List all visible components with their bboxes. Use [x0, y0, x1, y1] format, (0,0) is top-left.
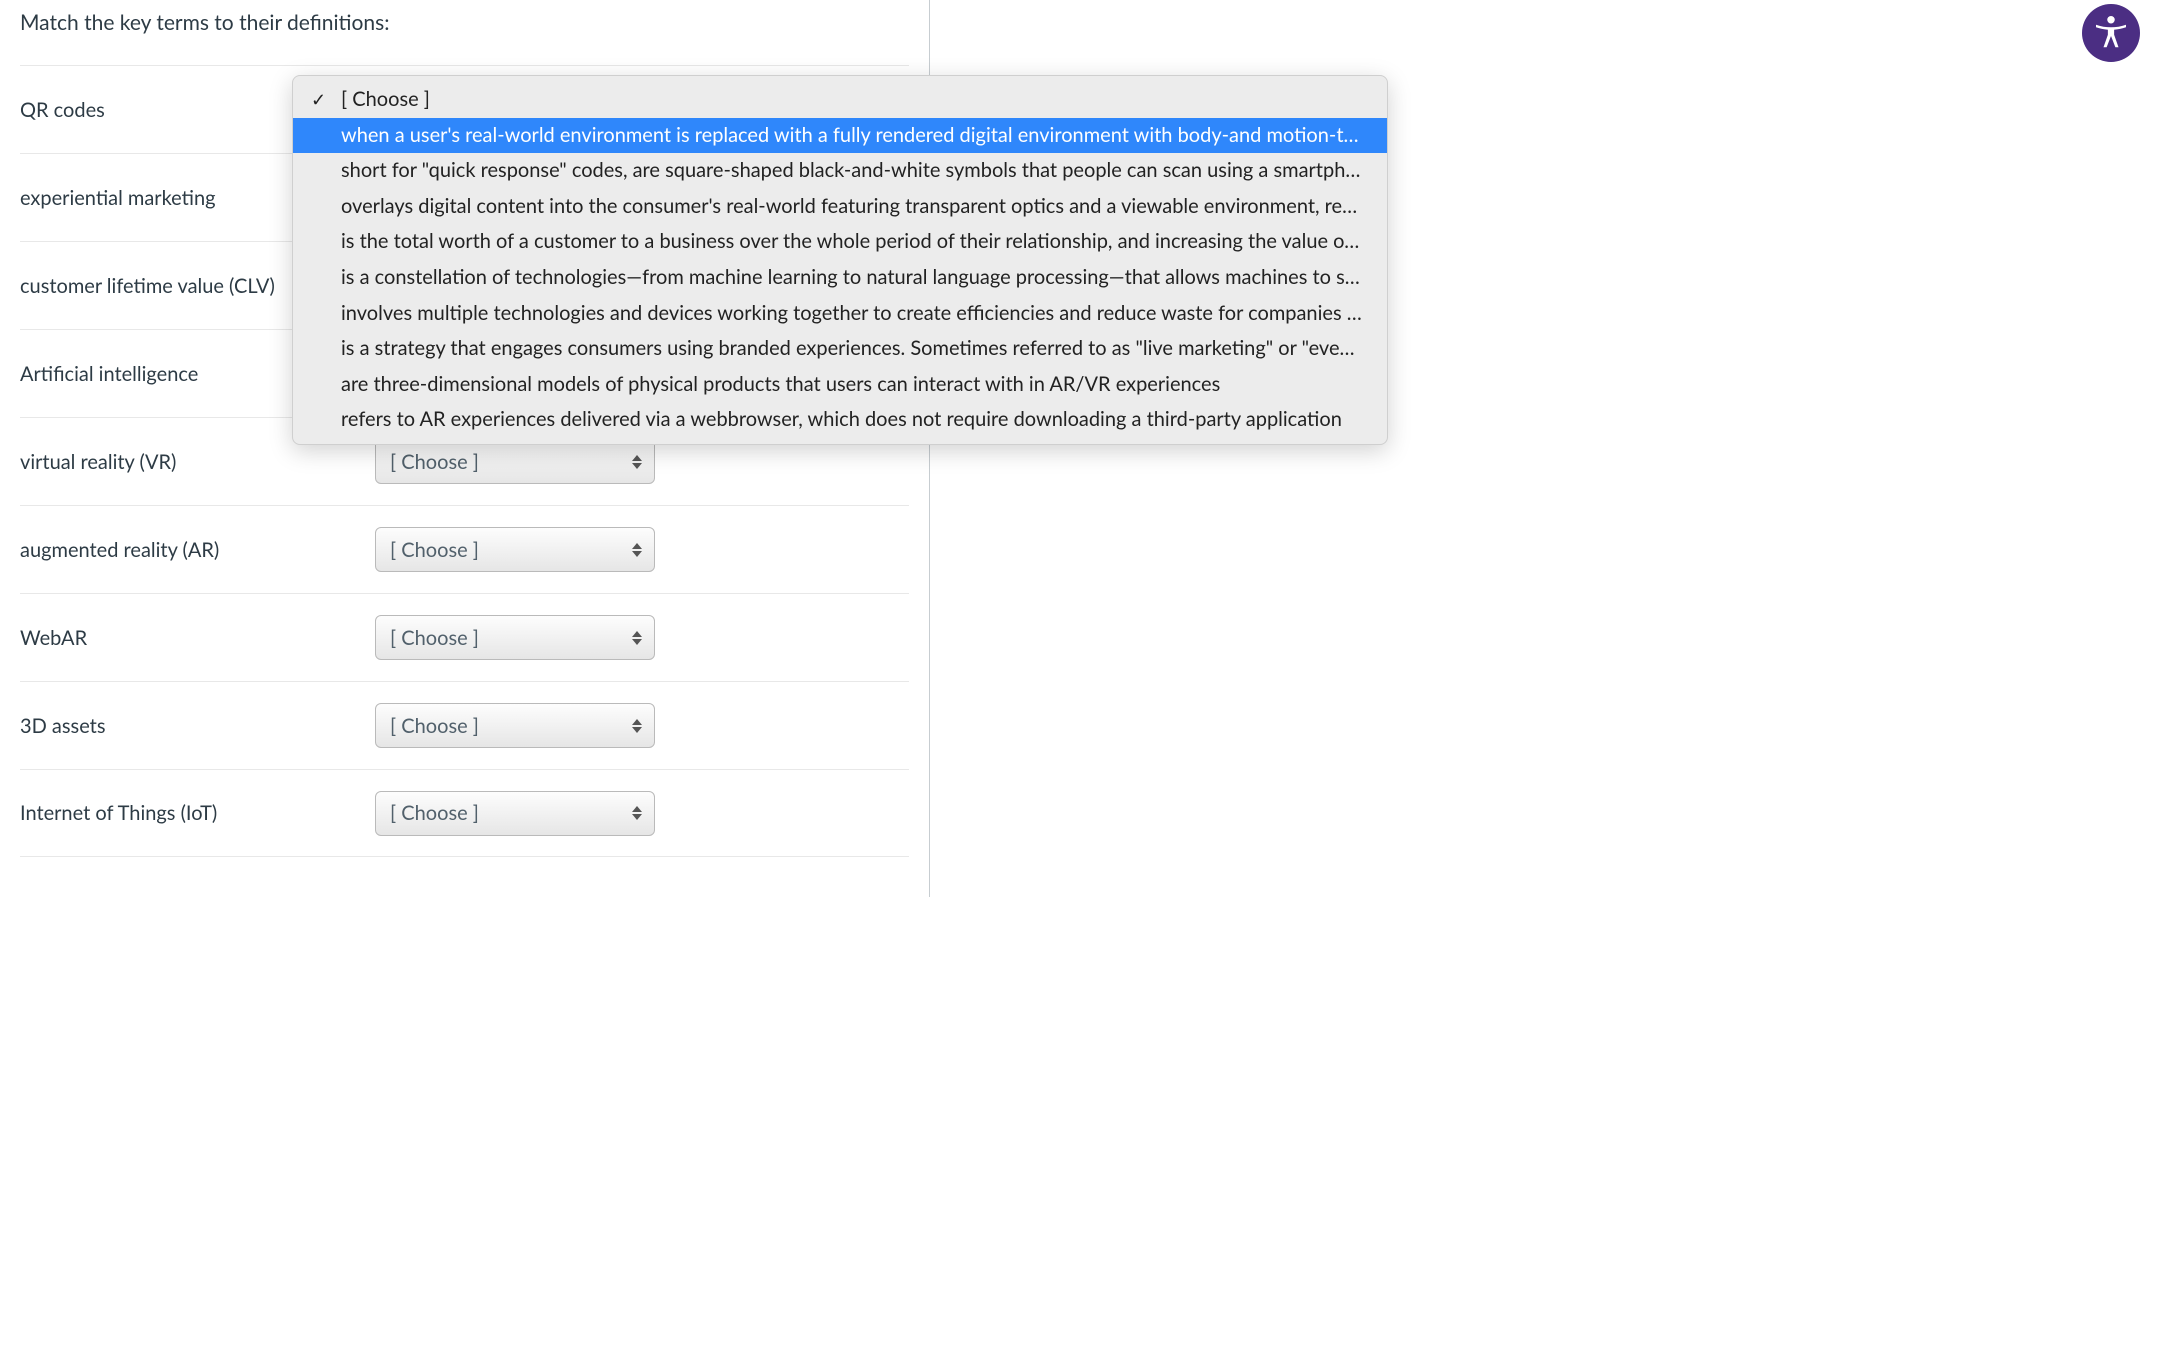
accessibility-icon — [2091, 11, 2131, 56]
term-label: augmented reality (AR) — [20, 538, 375, 562]
select-arrows-icon — [630, 452, 644, 472]
match-row: augmented reality (AR) [ Choose ] — [20, 505, 909, 593]
dropdown-option[interactable]: is a strategy that engages consumers usi… — [293, 331, 1387, 367]
select-arrows-icon — [630, 628, 644, 648]
term-label: WebAR — [20, 626, 375, 650]
accessibility-button[interactable] — [2082, 4, 2140, 62]
match-row: Internet of Things (IoT) [ Choose ] — [20, 769, 909, 857]
dropdown-option[interactable]: short for "quick response" codes, are sq… — [293, 153, 1387, 189]
select-value: [ Choose ] — [390, 538, 479, 562]
select-value: [ Choose ] — [390, 626, 479, 650]
dropdown-option[interactable]: is the total worth of a customer to a bu… — [293, 224, 1387, 260]
definition-select[interactable]: [ Choose ] — [375, 615, 655, 660]
term-label: virtual reality (VR) — [20, 450, 375, 474]
select-arrows-icon — [630, 540, 644, 560]
select-value: [ Choose ] — [390, 801, 479, 825]
dropdown-option[interactable]: is a constellation of technologies—from … — [293, 260, 1387, 296]
select-arrows-icon — [630, 716, 644, 736]
definition-select[interactable]: [ Choose ] — [375, 439, 655, 484]
term-label: 3D assets — [20, 714, 375, 738]
dropdown-option[interactable]: are three-dimensional models of physical… — [293, 367, 1387, 403]
match-row: 3D assets [ Choose ] — [20, 681, 909, 769]
select-arrows-icon — [630, 803, 644, 823]
definition-dropdown[interactable]: [ Choose ]when a user's real-world envir… — [292, 75, 1388, 445]
definition-select[interactable]: [ Choose ] — [375, 527, 655, 572]
match-row: WebAR [ Choose ] — [20, 593, 909, 681]
term-label: Internet of Things (IoT) — [20, 801, 375, 825]
dropdown-option[interactable]: involves multiple technologies and devic… — [293, 296, 1387, 332]
dropdown-option[interactable]: when a user's real-world environment is … — [293, 118, 1387, 154]
definition-select[interactable]: [ Choose ] — [375, 791, 655, 836]
select-value: [ Choose ] — [390, 714, 479, 738]
dropdown-option[interactable]: [ Choose ] — [293, 82, 1387, 118]
definition-select[interactable]: [ Choose ] — [375, 703, 655, 748]
select-value: [ Choose ] — [390, 450, 479, 474]
dropdown-option[interactable]: overlays digital content into the consum… — [293, 189, 1387, 225]
question-prompt: Match the key terms to their definitions… — [20, 0, 909, 65]
dropdown-option[interactable]: refers to AR experiences delivered via a… — [293, 402, 1387, 438]
